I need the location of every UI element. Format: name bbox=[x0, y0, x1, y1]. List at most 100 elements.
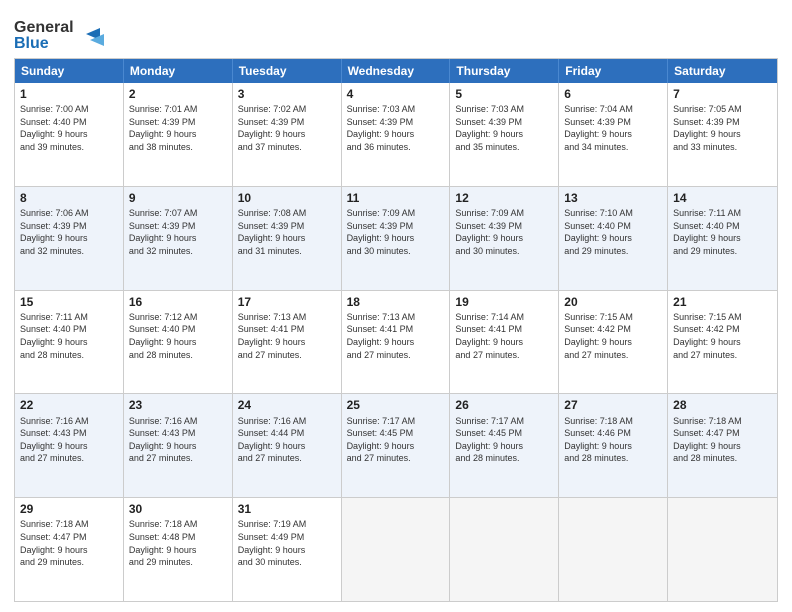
calendar-cell: 15Sunrise: 7:11 AMSunset: 4:40 PMDayligh… bbox=[15, 291, 124, 394]
day-number: 11 bbox=[347, 190, 445, 206]
cell-text: Sunrise: 7:18 AMSunset: 4:47 PMDaylight:… bbox=[20, 518, 118, 568]
cal-header-day: Thursday bbox=[450, 59, 559, 83]
calendar-row: 29Sunrise: 7:18 AMSunset: 4:47 PMDayligh… bbox=[15, 497, 777, 601]
day-number: 8 bbox=[20, 190, 118, 206]
day-number: 22 bbox=[20, 397, 118, 413]
calendar-cell: 24 Sunrise: 7:16 AMSunset: 4:44 PMDayligh… bbox=[233, 394, 342, 497]
svg-text:Blue: Blue bbox=[14, 35, 49, 52]
cell-text: Sunrise: 7:13 AMSunset: 4:41 PMDaylight:… bbox=[238, 311, 336, 361]
day-number: 13 bbox=[564, 190, 662, 206]
cell-text: Sunrise: 7:16 AMSunset: 4:43 PMDaylight:… bbox=[20, 415, 118, 465]
day-number: 5 bbox=[455, 86, 553, 102]
day-number: 16 bbox=[129, 294, 227, 310]
cal-header-day: Sunday bbox=[15, 59, 124, 83]
cell-text: Sunrise: 7:09 AMSunset: 4:39 PMDaylight:… bbox=[455, 207, 553, 257]
logo: General Blue bbox=[14, 14, 104, 52]
day-number: 4 bbox=[347, 86, 445, 102]
day-number: 24 bbox=[238, 397, 336, 413]
day-number: 25 bbox=[347, 397, 445, 413]
cell-text: Sunrise: 7:18 AMSunset: 4:48 PMDaylight:… bbox=[129, 518, 227, 568]
cell-text: Sunrise: 7:09 AMSunset: 4:39 PMDaylight:… bbox=[347, 207, 445, 257]
day-number: 27 bbox=[564, 397, 662, 413]
calendar-cell bbox=[668, 498, 777, 601]
calendar-cell: 25 Sunrise: 7:17 AMSunset: 4:45 PMDayligh… bbox=[342, 394, 451, 497]
cell-text: Sunrise: 7:16 AMSunset: 4:43 PMDaylight:… bbox=[129, 415, 227, 465]
cell-text: Sunrise: 7:18 AMSunset: 4:46 PMDaylight:… bbox=[564, 415, 662, 465]
day-number: 12 bbox=[455, 190, 553, 206]
calendar-cell: 9Sunrise: 7:07 AMSunset: 4:39 PMDaylight… bbox=[124, 187, 233, 290]
day-number: 23 bbox=[129, 397, 227, 413]
calendar-cell: 29Sunrise: 7:18 AMSunset: 4:47 PMDayligh… bbox=[15, 498, 124, 601]
cell-text: Sunrise: 7:00 AMSunset: 4:40 PMDaylight:… bbox=[20, 103, 118, 153]
svg-text:General: General bbox=[14, 19, 74, 36]
day-number: 10 bbox=[238, 190, 336, 206]
day-number: 7 bbox=[673, 86, 772, 102]
calendar-cell: 17Sunrise: 7:13 AMSunset: 4:41 PMDayligh… bbox=[233, 291, 342, 394]
calendar-cell: 19Sunrise: 7:14 AMSunset: 4:41 PMDayligh… bbox=[450, 291, 559, 394]
cal-header-day: Tuesday bbox=[233, 59, 342, 83]
cell-text: Sunrise: 7:03 AMSunset: 4:39 PMDaylight:… bbox=[455, 103, 553, 153]
cell-text: Sunrise: 7:14 AMSunset: 4:41 PMDaylight:… bbox=[455, 311, 553, 361]
cell-text: Sunrise: 7:17 AMSunset: 4:45 PMDaylight:… bbox=[347, 415, 445, 465]
cell-text: Sunrise: 7:10 AMSunset: 4:40 PMDaylight:… bbox=[564, 207, 662, 257]
day-number: 17 bbox=[238, 294, 336, 310]
cell-text: Sunrise: 7:11 AMSunset: 4:40 PMDaylight:… bbox=[20, 311, 118, 361]
calendar-cell: 12Sunrise: 7:09 AMSunset: 4:39 PMDayligh… bbox=[450, 187, 559, 290]
calendar: SundayMondayTuesdayWednesdayThursdayFrid… bbox=[14, 58, 778, 602]
day-number: 20 bbox=[564, 294, 662, 310]
day-number: 26 bbox=[455, 397, 553, 413]
logo-icon: General Blue bbox=[14, 14, 104, 52]
day-number: 14 bbox=[673, 190, 772, 206]
cell-text: Sunrise: 7:06 AMSunset: 4:39 PMDaylight:… bbox=[20, 207, 118, 257]
calendar-cell bbox=[450, 498, 559, 601]
cell-text: Sunrise: 7:15 AMSunset: 4:42 PMDaylight:… bbox=[673, 311, 772, 361]
day-number: 15 bbox=[20, 294, 118, 310]
cell-text: Sunrise: 7:07 AMSunset: 4:39 PMDaylight:… bbox=[129, 207, 227, 257]
calendar-cell: 5Sunrise: 7:03 AMSunset: 4:39 PMDaylight… bbox=[450, 83, 559, 186]
calendar-cell bbox=[342, 498, 451, 601]
day-number: 21 bbox=[673, 294, 772, 310]
calendar-cell: 21Sunrise: 7:15 AMSunset: 4:42 PMDayligh… bbox=[668, 291, 777, 394]
day-number: 1 bbox=[20, 86, 118, 102]
page: General Blue SundayMondayTuesdayWednesda… bbox=[0, 0, 792, 612]
day-number: 31 bbox=[238, 501, 336, 517]
day-number: 6 bbox=[564, 86, 662, 102]
cell-text: Sunrise: 7:11 AMSunset: 4:40 PMDaylight:… bbox=[673, 207, 772, 257]
calendar-cell: 10Sunrise: 7:08 AMSunset: 4:39 PMDayligh… bbox=[233, 187, 342, 290]
cal-header-day: Friday bbox=[559, 59, 668, 83]
calendar-cell: 16Sunrise: 7:12 AMSunset: 4:40 PMDayligh… bbox=[124, 291, 233, 394]
calendar-cell: 3Sunrise: 7:02 AMSunset: 4:39 PMDaylight… bbox=[233, 83, 342, 186]
day-number: 9 bbox=[129, 190, 227, 206]
cell-text: Sunrise: 7:19 AMSunset: 4:49 PMDaylight:… bbox=[238, 518, 336, 568]
calendar-body: 1Sunrise: 7:00 AMSunset: 4:40 PMDaylight… bbox=[15, 83, 777, 601]
calendar-cell bbox=[559, 498, 668, 601]
cell-text: Sunrise: 7:17 AMSunset: 4:45 PMDaylight:… bbox=[455, 415, 553, 465]
cal-header-day: Monday bbox=[124, 59, 233, 83]
calendar-cell: 1Sunrise: 7:00 AMSunset: 4:40 PMDaylight… bbox=[15, 83, 124, 186]
calendar-cell: 31Sunrise: 7:19 AMSunset: 4:49 PMDayligh… bbox=[233, 498, 342, 601]
day-number: 2 bbox=[129, 86, 227, 102]
cell-text: Sunrise: 7:16 AMSunset: 4:44 PMDaylight:… bbox=[238, 415, 336, 465]
day-number: 19 bbox=[455, 294, 553, 310]
day-number: 18 bbox=[347, 294, 445, 310]
cell-text: Sunrise: 7:05 AMSunset: 4:39 PMDaylight:… bbox=[673, 103, 772, 153]
header: General Blue bbox=[14, 10, 778, 52]
calendar-cell: 7Sunrise: 7:05 AMSunset: 4:39 PMDaylight… bbox=[668, 83, 777, 186]
calendar-cell: 8Sunrise: 7:06 AMSunset: 4:39 PMDaylight… bbox=[15, 187, 124, 290]
calendar-cell: 22 Sunrise: 7:16 AMSunset: 4:43 PMDayligh… bbox=[15, 394, 124, 497]
calendar-cell: 26 Sunrise: 7:17 AMSunset: 4:45 PMDayligh… bbox=[450, 394, 559, 497]
cell-text: Sunrise: 7:12 AMSunset: 4:40 PMDaylight:… bbox=[129, 311, 227, 361]
calendar-cell: 23 Sunrise: 7:16 AMSunset: 4:43 PMDayligh… bbox=[124, 394, 233, 497]
calendar-cell: 11Sunrise: 7:09 AMSunset: 4:39 PMDayligh… bbox=[342, 187, 451, 290]
calendar-cell: 20Sunrise: 7:15 AMSunset: 4:42 PMDayligh… bbox=[559, 291, 668, 394]
calendar-cell: 2Sunrise: 7:01 AMSunset: 4:39 PMDaylight… bbox=[124, 83, 233, 186]
calendar-cell: 18Sunrise: 7:13 AMSunset: 4:41 PMDayligh… bbox=[342, 291, 451, 394]
calendar-header: SundayMondayTuesdayWednesdayThursdayFrid… bbox=[15, 59, 777, 83]
calendar-cell: 6Sunrise: 7:04 AMSunset: 4:39 PMDaylight… bbox=[559, 83, 668, 186]
cell-text: Sunrise: 7:13 AMSunset: 4:41 PMDaylight:… bbox=[347, 311, 445, 361]
day-number: 30 bbox=[129, 501, 227, 517]
calendar-row: 15Sunrise: 7:11 AMSunset: 4:40 PMDayligh… bbox=[15, 290, 777, 394]
cell-text: Sunrise: 7:01 AMSunset: 4:39 PMDaylight:… bbox=[129, 103, 227, 153]
calendar-row: 8Sunrise: 7:06 AMSunset: 4:39 PMDaylight… bbox=[15, 186, 777, 290]
cell-text: Sunrise: 7:08 AMSunset: 4:39 PMDaylight:… bbox=[238, 207, 336, 257]
